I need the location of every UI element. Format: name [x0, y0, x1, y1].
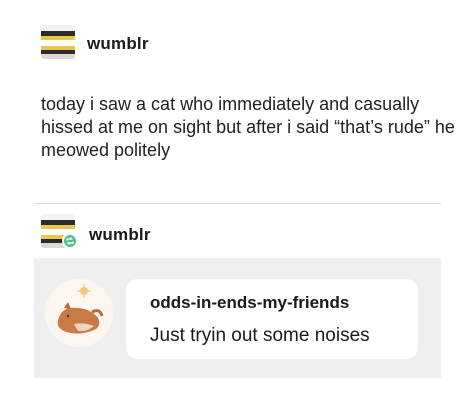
post-divider: [34, 203, 441, 204]
sleeping-fox-avatar-icon: [45, 279, 113, 347]
post1-username[interactable]: wumblr: [87, 34, 149, 54]
post1-avatar[interactable]: [41, 25, 75, 59]
post1-text: today i saw a cat who immediately and ca…: [41, 94, 455, 160]
reblog-icon: [66, 237, 74, 245]
chat-bubble: odds-in-ends-my-friends Just tryin out s…: [126, 279, 418, 359]
chat-sender-name[interactable]: odds-in-ends-my-friends: [150, 293, 349, 313]
chat-message: Just tryin out some noises: [150, 325, 370, 346]
reblog-badge: [62, 233, 78, 249]
post2-username[interactable]: wumblr: [89, 225, 151, 245]
page: wumblr today i saw a cat who immediately…: [0, 0, 474, 410]
chat-avatar[interactable]: [44, 278, 114, 348]
striped-blanket-avatar-icon: [41, 25, 75, 59]
